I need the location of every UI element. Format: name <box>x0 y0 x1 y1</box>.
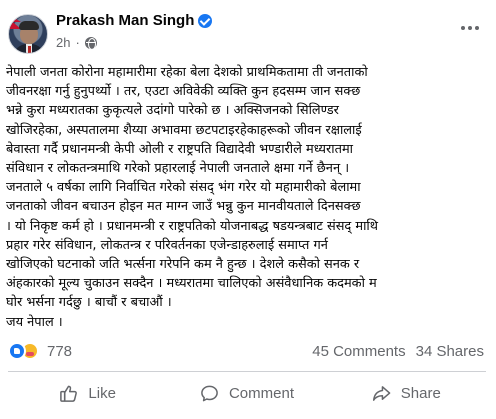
like-label: Like <box>88 384 116 402</box>
post-stats: 778 45 Comments 34 Shares <box>8 340 484 362</box>
comments-count[interactable]: 45 Comments <box>312 343 405 360</box>
post-meta: 2h · <box>56 35 97 50</box>
like-icon <box>8 342 26 360</box>
post-actions: Like Comment Share <box>8 376 486 410</box>
share-label: Share <box>400 384 441 402</box>
comment-label: Comment <box>228 384 294 402</box>
more-options-icon[interactable] <box>456 20 484 36</box>
avatar[interactable] <box>8 14 48 54</box>
post-header: Prakash Man Singh 2h · <box>6 10 490 56</box>
reaction-count[interactable]: 778 <box>47 343 72 360</box>
post-body: नेपाली जनता कोरोना महामारीमा रहेका बेला … <box>6 65 378 330</box>
post-timestamp[interactable]: 2h <box>56 35 70 50</box>
verified-badge-icon <box>198 13 213 28</box>
like-button[interactable]: Like <box>8 376 167 410</box>
comment-button[interactable]: Comment <box>167 376 326 410</box>
divider <box>8 371 486 372</box>
thumbs-up-icon <box>60 385 78 402</box>
author-row: Prakash Man Singh <box>56 12 213 29</box>
shares-count[interactable]: 34 Shares <box>416 343 484 360</box>
share-button[interactable]: Share <box>327 376 486 410</box>
comment-icon <box>201 385 218 401</box>
globe-icon <box>84 36 97 50</box>
reaction-icons[interactable] <box>8 342 39 360</box>
author-name[interactable]: Prakash Man Singh <box>56 12 194 29</box>
share-icon <box>372 385 391 401</box>
